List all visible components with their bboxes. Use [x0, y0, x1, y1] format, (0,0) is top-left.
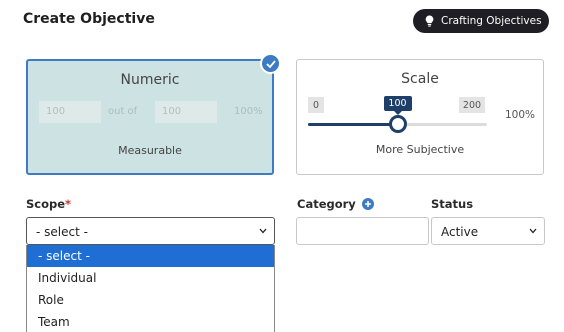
category-label: Category	[297, 197, 374, 211]
page-title: Create Objective	[23, 11, 155, 27]
numeric-title: Numeric	[120, 72, 180, 88]
scale-type-card[interactable]: Scale 0 100 200 100% More Subjective	[296, 59, 544, 175]
scale-min-label: 0	[308, 97, 324, 113]
scope-dropdown-list: - select - Individual Role Team	[26, 245, 275, 332]
numeric-percent: 100%	[234, 106, 263, 117]
numeric-subtitle: Measurable	[118, 144, 182, 157]
numeric-max-input[interactable]: 100	[155, 101, 217, 123]
category-label-text: Category	[297, 197, 356, 211]
crafting-objectives-button[interactable]: Crafting Objectives	[413, 9, 549, 33]
required-mark: *	[65, 197, 72, 211]
chevron-down-icon	[259, 228, 267, 234]
scale-title: Scale	[401, 71, 439, 87]
scale-subtitle: More Subjective	[375, 143, 465, 156]
out-of-label: out of	[108, 106, 138, 117]
lightbulb-icon	[425, 15, 434, 27]
numeric-type-card[interactable]: Numeric 100 out of 100 100% Measurable	[26, 53, 281, 175]
scope-select[interactable]: - select -	[26, 217, 275, 245]
scale-slider-fill	[308, 123, 398, 126]
check-icon	[260, 53, 281, 74]
status-select-value: Active	[441, 225, 479, 239]
scale-max-label: 200	[459, 97, 485, 113]
help-button-label: Crafting Objectives	[441, 15, 542, 27]
scale-value-tooltip: 100	[383, 96, 412, 115]
chevron-down-icon	[529, 228, 537, 234]
scope-select-value: - select -	[36, 225, 88, 239]
scale-slider-thumb[interactable]	[388, 115, 407, 133]
scope-label: Scope*	[26, 197, 71, 211]
scope-label-text: Scope	[26, 197, 66, 211]
status-label: Status	[431, 197, 474, 211]
status-select[interactable]: Active	[431, 217, 545, 245]
add-category-icon[interactable]	[361, 198, 374, 210]
numeric-min-input[interactable]: 100	[39, 101, 101, 123]
category-input[interactable]	[296, 217, 429, 245]
scope-option[interactable]: Team	[27, 311, 274, 332]
scope-option[interactable]: - select -	[27, 245, 274, 267]
scope-option[interactable]: Individual	[27, 267, 274, 289]
scale-percent: 100%	[505, 109, 536, 121]
scope-option[interactable]: Role	[27, 289, 274, 311]
